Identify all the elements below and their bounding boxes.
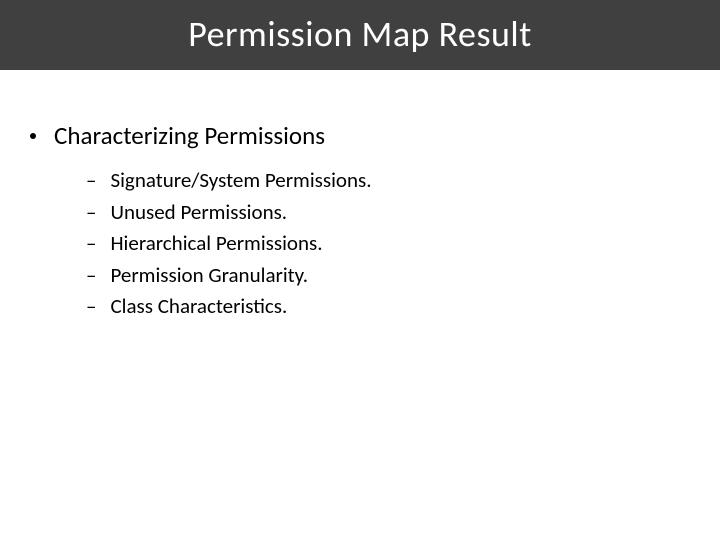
dash-icon: – <box>86 197 96 229</box>
list-item-label: Hierarchical Permissions. <box>110 228 322 260</box>
list-item-label: Permission Granularity. <box>110 260 308 292</box>
bullet-icon <box>30 133 36 139</box>
bullet-list-level2: – Signature/System Permissions. – Unused… <box>86 165 690 323</box>
list-item: – Hierarchical Permissions. <box>86 228 690 260</box>
list-item: Characterizing Permissions <box>30 120 690 151</box>
list-item-label: Class Characteristics. <box>110 291 287 323</box>
slide-content: Characterizing Permissions – Signature/S… <box>0 70 720 323</box>
list-item-label: Unused Permissions. <box>110 197 287 229</box>
dash-icon: – <box>86 228 96 260</box>
slide-title-bar: Permission Map Result <box>0 0 720 70</box>
list-item: – Unused Permissions. <box>86 197 690 229</box>
list-item-label: Characterizing Permissions <box>54 120 325 151</box>
list-item-label: Signature/System Permissions. <box>110 165 371 197</box>
list-item: – Signature/System Permissions. <box>86 165 690 197</box>
slide-title: Permission Map Result <box>188 12 532 56</box>
dash-icon: – <box>86 260 96 292</box>
list-item: – Class Characteristics. <box>86 291 690 323</box>
list-item: – Permission Granularity. <box>86 260 690 292</box>
bullet-list-level1: Characterizing Permissions <box>30 120 690 151</box>
dash-icon: – <box>86 165 96 197</box>
dash-icon: – <box>86 291 96 323</box>
